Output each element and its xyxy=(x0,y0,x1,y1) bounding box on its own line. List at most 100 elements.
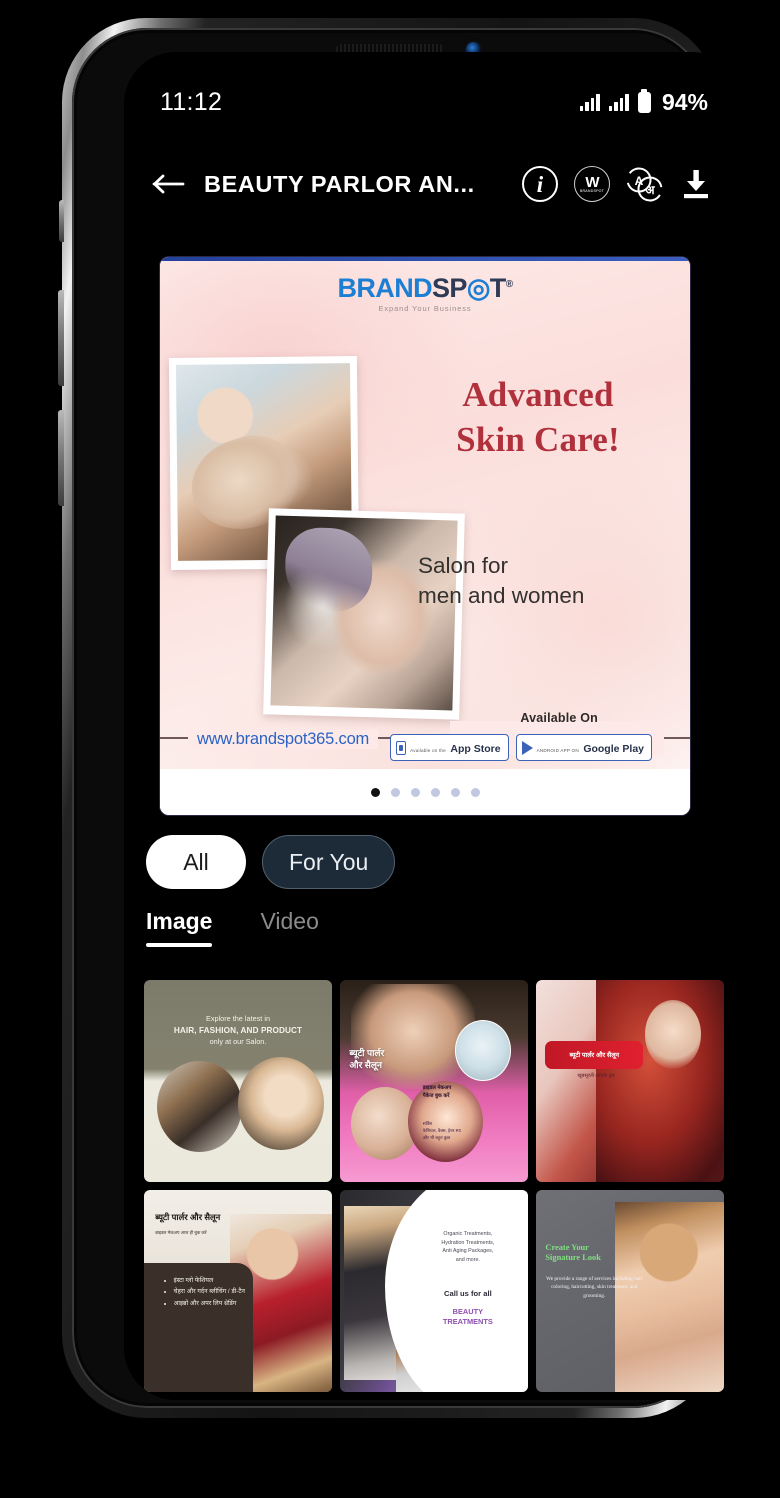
featured-banner-carousel[interactable]: BRANDSP◎T® Expand Your Business Advanced… xyxy=(160,257,690,815)
brandspot-wordmark: BRANDSP◎T® xyxy=(160,275,690,302)
card5-line1: Organic Treatments, xyxy=(443,1231,493,1238)
phone-screen: 11:12 94% BEAUTY PARLOR AN... i W BRANDS… xyxy=(124,52,744,1400)
card1-photo-hairstyling xyxy=(157,1060,242,1152)
app-bar: BEAUTY PARLOR AN... i W BRANDSPOT A अ xyxy=(124,148,744,220)
card1-photo-makeup xyxy=(238,1056,325,1150)
card3-band-text: ब्यूटी पार्लर और सैलून xyxy=(569,1052,620,1060)
card1-line3: only at our Salon. xyxy=(209,1036,267,1046)
brand-part-1: BRAND xyxy=(337,273,433,303)
template-card-signature-look[interactable]: Create Your Signature Look We provide a … xyxy=(536,1190,724,1392)
banner-photo-woman-treatment xyxy=(263,508,465,720)
card4-bullet-1: इंस्टा ग्लो फेशियल xyxy=(174,1275,251,1286)
mute-switch-button[interactable] xyxy=(59,200,64,242)
card4-bullet-list: इंस्टा ग्लो फेशियल चेहरा और गर्दन ब्लीचि… xyxy=(165,1275,251,1309)
banner-website-url[interactable]: www.brandspot365.com xyxy=(188,730,379,749)
brand-part-3: T xyxy=(489,273,507,303)
watermark-icon[interactable]: W BRANDSPOT xyxy=(566,158,618,210)
card2-title: ब्यूटी पार्लर और सैलून xyxy=(349,1047,384,1071)
card6-title: Create Your Signature Look xyxy=(545,1243,643,1265)
card3-subtitle: खूबसूरती आपके द्वार xyxy=(577,1072,615,1079)
brand-tagline: Expand Your Business xyxy=(378,304,472,313)
carousel-dot-2[interactable] xyxy=(390,787,400,797)
brand-registered-mark: ® xyxy=(505,279,513,290)
template-card-bridal-services-hindi[interactable]: ब्यूटी पार्लर और सैलून ब्राइडल मेकअप आज … xyxy=(144,1190,332,1392)
download-icon[interactable] xyxy=(670,158,722,210)
status-indicators: 94% xyxy=(579,88,708,116)
card5-body: Organic Treatments, Hydration Treatments… xyxy=(415,1230,520,1264)
status-time: 11:12 xyxy=(160,87,223,116)
status-bar: 11:12 94% xyxy=(124,82,744,122)
card5-cta: Call us for all xyxy=(444,1288,492,1298)
card6-body: We provide a range of services including… xyxy=(546,1275,643,1299)
card4-title: ब्यूटी पार्लर और सैलून xyxy=(155,1212,221,1223)
watermark-glyph: W xyxy=(585,174,599,191)
tab-video[interactable]: Video xyxy=(260,908,318,947)
language-translate-icon[interactable]: A अ xyxy=(618,158,670,210)
card4-bullet-3: आइब्रो और अपर लिप थ्रेडिंग xyxy=(174,1298,251,1309)
banner-subtitle-line1: Salon for xyxy=(418,553,509,578)
banner-subtitle-line2: men and women xyxy=(418,583,585,609)
carousel-dot-1[interactable] xyxy=(370,787,380,797)
card2-body-line1: सर्विस xyxy=(422,1121,433,1127)
card5-line4: and more. xyxy=(455,1256,480,1263)
svg-text:अ: अ xyxy=(645,183,655,197)
card2-pill-line2: पैकेज बुक करें xyxy=(422,1092,450,1099)
battery-icon xyxy=(637,91,651,113)
signal-bars-icon xyxy=(579,93,600,111)
google-play-main: Google Play xyxy=(583,742,644,755)
app-store-badge[interactable]: Available on the App Store xyxy=(390,734,509,761)
card3-photo-face xyxy=(645,1000,702,1069)
card6-title-line2: Signature Look xyxy=(545,1253,601,1263)
info-icon[interactable]: i xyxy=(514,158,566,210)
signal-bars-icon-2 xyxy=(608,93,629,111)
card6-title-line1: Create Your xyxy=(545,1242,589,1252)
card1-text: Explore the latest in HAIR, FASHION, AND… xyxy=(159,1014,317,1047)
template-card-red-hair-model[interactable]: ब्यूटी पार्लर और सैलून खूबसूरती आपके द्व… xyxy=(536,980,724,1182)
tab-image[interactable]: Image xyxy=(146,908,213,947)
phone-bezel: 11:12 94% BEAUTY PARLOR AN... i W BRANDS… xyxy=(72,28,744,1408)
content-area: BRANDSP◎T® Expand Your Business Advanced… xyxy=(124,220,744,1400)
card5-highlight-2: TREATMENTS xyxy=(442,1316,493,1326)
banner-subtitle: Salon for men and women xyxy=(418,551,672,612)
filter-chip-group: All For You xyxy=(146,835,396,889)
google-play-badge[interactable]: ANDROID APP ON Google Play xyxy=(515,734,652,761)
carousel-dot-5[interactable] xyxy=(450,787,460,797)
info-glyph: i xyxy=(536,171,544,197)
brandspot-logo: BRANDSP◎T® Expand Your Business xyxy=(160,275,690,314)
app-store-main: App Store xyxy=(450,742,501,755)
banner-headline: Advanced Skin Care! xyxy=(408,373,668,463)
card4-bullet-2: चेहरा और गर्दन ब्लीचिंग / डी-टैन xyxy=(174,1286,251,1297)
card5-highlight: BEAUTY TREATMENTS xyxy=(415,1307,520,1326)
media-type-tabs: Image Video xyxy=(146,908,319,947)
filter-chip-for-you[interactable]: For You xyxy=(262,835,396,889)
card2-body-line2: फेशियल, वैक्स, हेयर स्पा xyxy=(422,1128,461,1134)
card5-line3: Anti Aging Packages, xyxy=(442,1248,494,1255)
card2-body-line3: और भी बहुत कुछ xyxy=(422,1134,451,1140)
brand-part-2: SP xyxy=(432,273,467,303)
template-card-beauty-treatments[interactable]: Organic Treatments, Hydration Treatments… xyxy=(340,1190,528,1392)
card2-photo-facemask xyxy=(454,1020,512,1081)
template-card-beauty-parlor-salon-hindi[interactable]: ब्यूटी पार्लर और सैलून ब्राइडल मेकअप पैक… xyxy=(340,980,528,1182)
card1-line1: Explore the latest in xyxy=(205,1014,271,1024)
brand-spot-dot: ◎ xyxy=(466,273,491,303)
carousel-dot-3[interactable] xyxy=(410,787,420,797)
carousel-dot-4[interactable] xyxy=(430,787,440,797)
volume-down-button[interactable] xyxy=(58,410,64,506)
card2-pill-line1: ब्राइडल मेकअप xyxy=(422,1085,452,1092)
filter-chip-all[interactable]: All xyxy=(146,835,246,889)
carousel-dots xyxy=(160,769,690,815)
card1-line2: HAIR, FASHION, AND PRODUCT xyxy=(173,1025,303,1035)
template-card-hair-fashion-product[interactable]: Explore the latest in HAIR, FASHION, AND… xyxy=(144,980,332,1182)
battery-percent: 94% xyxy=(661,88,708,115)
banner-artwork: BRANDSP◎T® Expand Your Business Advanced… xyxy=(160,261,690,773)
volume-up-button[interactable] xyxy=(58,290,64,386)
card2-title-line1: ब्यूटी पार्लर xyxy=(349,1047,385,1058)
banner-headline-line1: Advanced xyxy=(462,375,614,414)
carousel-dot-6[interactable] xyxy=(470,787,480,797)
app-store-small: Available on the xyxy=(410,747,446,753)
available-on-label: Available On xyxy=(520,711,598,725)
apple-icon xyxy=(396,740,407,755)
google-play-icon xyxy=(521,740,533,755)
card2-title-line2: और सैलून xyxy=(349,1059,382,1070)
back-arrow-icon[interactable] xyxy=(146,164,192,204)
